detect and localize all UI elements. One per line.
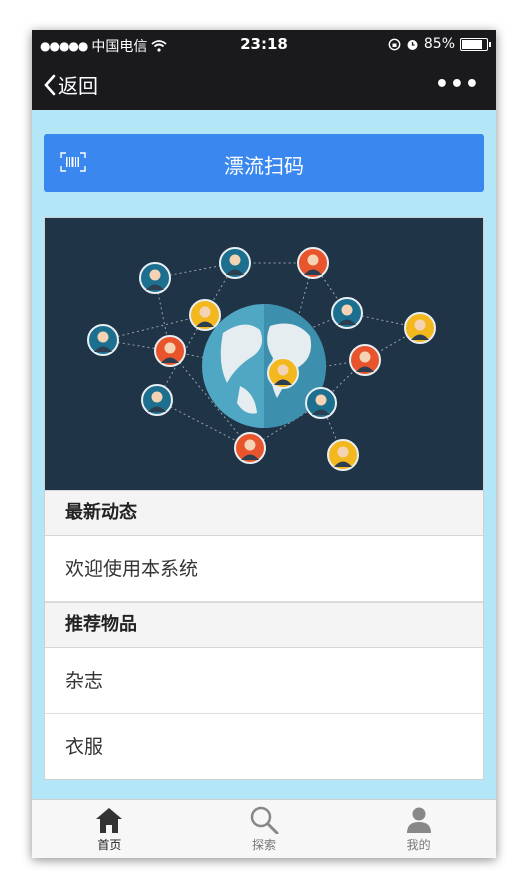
list-item[interactable]: 杂志 [45, 648, 483, 714]
phone-screen: ●●●●● 中国电信 23:18 85% 返回 ••• 漂流扫码 最新动态 欢迎… [32, 30, 496, 858]
avatar [154, 335, 186, 367]
banner-image [45, 218, 483, 490]
rotation-lock-icon [388, 38, 401, 50]
tab-home-label: 首页 [97, 838, 122, 852]
avatar [331, 297, 363, 329]
avatar [139, 262, 171, 294]
list-item[interactable]: 衣服 [45, 714, 483, 779]
avatar [349, 344, 381, 376]
scan-button[interactable]: 漂流扫码 [44, 134, 484, 192]
avatar [297, 247, 329, 279]
section-header-recommended: 推荐物品 [45, 602, 483, 648]
section-header-latest: 最新动态 [45, 490, 483, 536]
avatar [141, 384, 173, 416]
list-item[interactable]: 欢迎使用本系统 [45, 536, 483, 602]
alarm-icon [407, 39, 418, 50]
content-card: 最新动态 欢迎使用本系统 推荐物品 杂志 衣服 [44, 217, 484, 780]
status-right: 85% [388, 36, 491, 52]
avatar [305, 387, 337, 419]
avatar [404, 312, 436, 344]
nav-bar: 返回 ••• [32, 58, 496, 110]
status-bar: ●●●●● 中国电信 23:18 85% [32, 30, 496, 58]
avatar [219, 247, 251, 279]
tab-bar: 首页 探索 我的 [32, 799, 496, 858]
avatar [327, 439, 359, 471]
chevron-left-icon [44, 74, 56, 95]
tab-mine-label: 我的 [406, 838, 431, 852]
user-icon [406, 807, 431, 833]
tab-mine[interactable]: 我的 [341, 800, 496, 858]
tab-home[interactable]: 首页 [32, 800, 187, 858]
world-network-illustration [45, 218, 483, 490]
tab-explore[interactable]: 探索 [187, 800, 342, 858]
search-icon [250, 806, 279, 834]
avatar [189, 299, 221, 331]
avatar [234, 432, 266, 464]
tab-explore-label: 探索 [252, 838, 277, 852]
avatar [87, 324, 119, 356]
more-menu-button[interactable]: ••• [435, 72, 480, 97]
battery-fill [462, 39, 483, 49]
back-button[interactable]: 返回 [44, 70, 98, 99]
back-label: 返回 [58, 74, 98, 98]
scan-button-label: 漂流扫码 [224, 154, 304, 178]
avatar [267, 357, 299, 389]
battery-percent: 85% [423, 36, 455, 52]
home-icon [96, 808, 123, 833]
battery-icon [460, 37, 491, 51]
